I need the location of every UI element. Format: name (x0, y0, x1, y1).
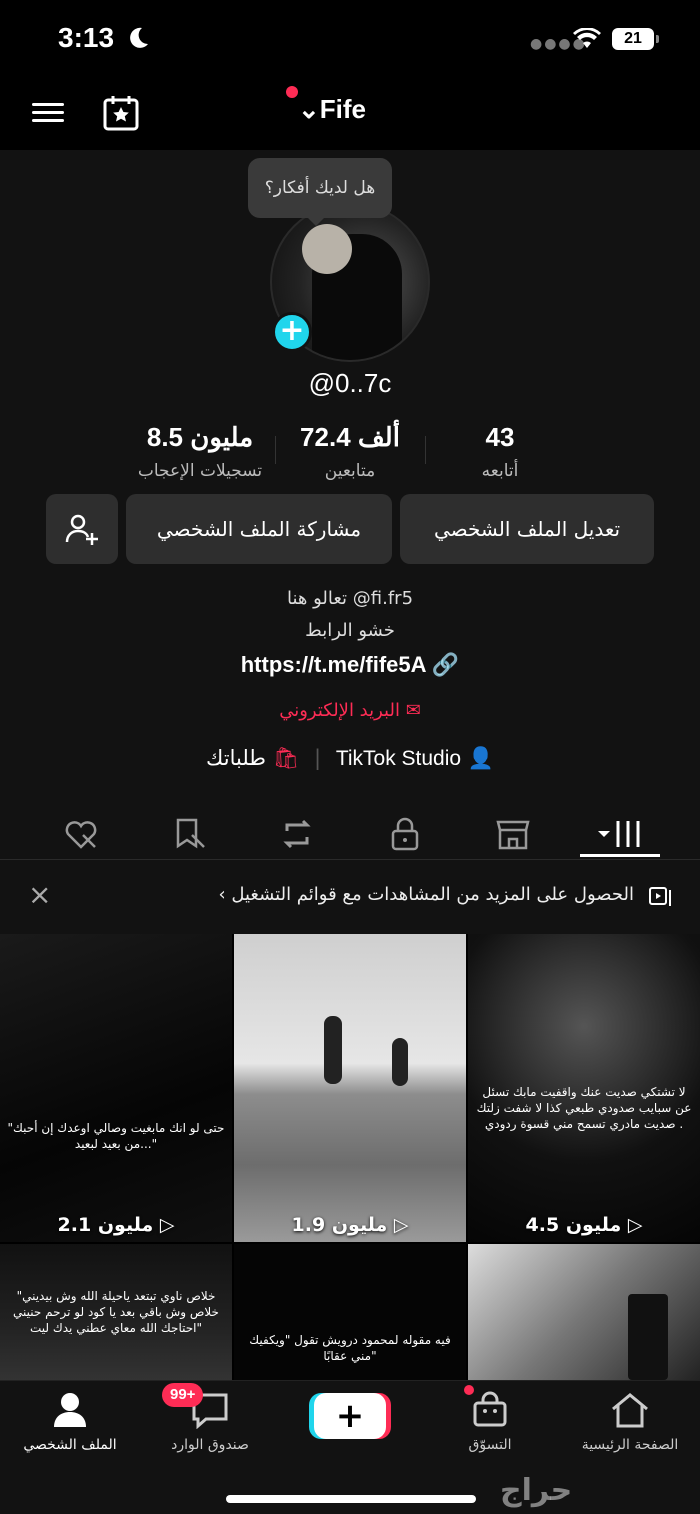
nav-inbox[interactable]: صندوق الوارد (140, 1391, 280, 1453)
store-icon (496, 820, 530, 850)
video-grid: "حتى لو انك مابغيت وصالي اوعدك إن أحبك م… (0, 934, 700, 1380)
profile-link[interactable]: https://t.me/fife5A 🔗 (0, 652, 700, 678)
add-user-icon (65, 514, 98, 545)
edit-profile-button[interactable]: تعديل الملف الشخصي (400, 494, 654, 564)
profile-section: هل لديك أفكار؟ + @0..7c 43 أتابعه 72.4 أ… (0, 150, 700, 860)
watermark: حراج (500, 1473, 573, 1508)
moon-icon (130, 27, 148, 48)
view-count: 2.1 مليون ▷ (57, 1214, 175, 1236)
email-button[interactable]: البريد الإلكتروني ✉ (0, 700, 700, 721)
close-icon[interactable]: × (28, 878, 51, 911)
lock-icon (391, 817, 419, 851)
orders-button[interactable]: طلباتك 🛍 (206, 746, 299, 770)
link-url[interactable]: https://t.me/fife5A (241, 652, 426, 677)
heart-hidden-icon (65, 821, 97, 849)
wifi-icon (573, 28, 601, 48)
account-switcher[interactable]: ⌄Fife (298, 94, 366, 125)
repost-icon (283, 819, 311, 849)
profile-links-row: طلباتك 🛍 | TikTok Studio 👤 (206, 746, 494, 770)
nav-shop[interactable]: التسوّق (420, 1391, 560, 1453)
username: @0..7c (308, 368, 392, 398)
add-story-button[interactable]: + (272, 312, 312, 352)
likes-stat[interactable]: 8.5 مليون تسجيلات الإعجاب (120, 422, 280, 481)
video-tile[interactable]: 1.9 مليون ▷ (234, 934, 466, 1242)
clock: 3:13 (58, 22, 115, 53)
ideas-tooltip[interactable]: هل لديك أفكار؟ (248, 158, 392, 226)
active-tab-indicator (580, 854, 660, 857)
video-tile[interactable]: "حتى لو انك مابغيت وصالي اوعدك إن أحبك م… (0, 934, 232, 1242)
email-label: البريد الإلكتروني (279, 700, 400, 721)
tab-reposts[interactable] (272, 810, 322, 858)
video-tile[interactable]: "خلاص ناوي تبتعد ياحيلة الله وش بيديني خ… (0, 1244, 232, 1380)
bottom-nav: الصفحة الرئيسية التسوّق + صندوق الوارد 9… (0, 1380, 700, 1514)
shopping-bag-icon (473, 1391, 507, 1427)
video-tile[interactable] (468, 1244, 700, 1380)
tab-liked[interactable] (56, 810, 106, 858)
calendar-star-icon[interactable] (102, 94, 140, 132)
content-tabs (0, 810, 700, 860)
tab-videos[interactable] (596, 810, 646, 858)
followers-stat[interactable]: 72.4 ألف متابعين (280, 422, 420, 481)
create-button[interactable]: + (314, 1393, 386, 1439)
playlist-icon (649, 887, 671, 906)
bookmark-hidden-icon (176, 818, 205, 849)
battery-indicator: 21 (612, 28, 659, 50)
add-friends-button[interactable] (46, 494, 118, 564)
video-tile[interactable]: فيه مقوله لمحمود درويش تقول "ويكفيك مني … (234, 1244, 466, 1380)
share-profile-button[interactable]: مشاركة الملف الشخصي (126, 494, 392, 564)
inbox-badge: 99+ (162, 1383, 204, 1407)
following-stat[interactable]: 43 أتابعه (440, 422, 560, 481)
tab-shop[interactable] (488, 810, 538, 858)
shopping-bag-icon: 🛍 (272, 746, 300, 770)
view-count: 4.5 مليون ▷ (525, 1214, 643, 1236)
view-count: 1.9 مليون ▷ (291, 1214, 409, 1236)
chevron-down-icon: ⌄ (298, 94, 320, 124)
banner-text: ‹ الحصول على المزيد من المشاهدات مع قوائ… (218, 884, 634, 905)
playlist-banner[interactable]: × ‹ الحصول على المزيد من المشاهدات مع قو… (0, 860, 700, 934)
status-bar: 3:13 ●●●● 21 (0, 0, 700, 80)
tab-private[interactable] (380, 810, 430, 858)
menu-icon[interactable] (32, 98, 66, 128)
home-indicator[interactable] (226, 1495, 476, 1503)
video-tile[interactable]: لا تشتكي صديت عنك واقفيت مابك تسئل عن سب… (468, 934, 700, 1242)
notification-dot (286, 86, 298, 98)
nav-home[interactable]: الصفحة الرئيسية (560, 1391, 700, 1453)
user-star-icon: 👤 (467, 746, 494, 770)
nav-profile[interactable]: الملف الشخصي (0, 1391, 140, 1453)
link-icon: 🔗 (431, 652, 460, 677)
grid-icon (598, 821, 640, 847)
tab-favorites[interactable] (164, 810, 214, 858)
chevron-left-icon: ‹ (218, 884, 232, 905)
top-nav: ⌄Fife (0, 80, 700, 150)
account-name: Fife (319, 94, 367, 124)
bio-line-1: تعالو هنا @fi.fr5 (286, 588, 414, 609)
bio-line-2: خشو الرابط (305, 620, 395, 641)
tiktok-studio-button[interactable]: TikTok Studio 👤 (336, 746, 494, 770)
mail-icon: ✉ (405, 700, 421, 721)
profile-icon (54, 1393, 86, 1427)
home-icon (612, 1393, 648, 1428)
